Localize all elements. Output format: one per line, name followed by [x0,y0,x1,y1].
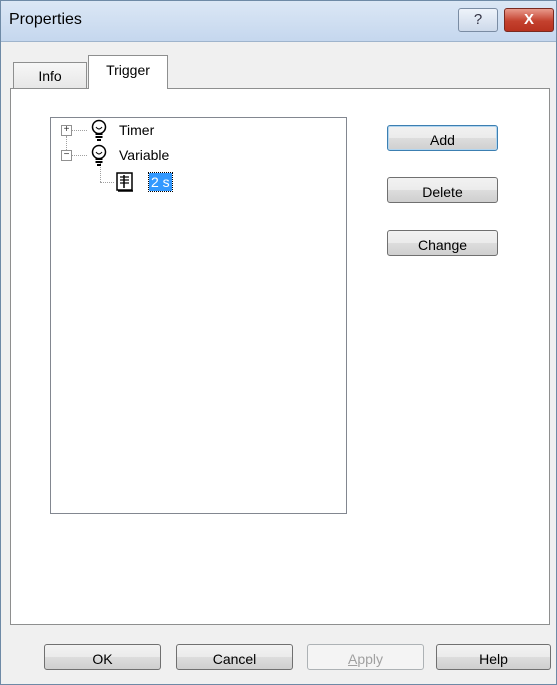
ok-button[interactable]: OK [44,644,161,670]
tree-connector [100,182,114,183]
collapse-icon[interactable]: − [61,150,72,161]
tree-node-2s-selected[interactable]: 2 s [148,172,173,192]
cancel-button[interactable]: Cancel [176,644,293,670]
help-button[interactable]: Help [436,644,551,670]
apply-button[interactable]: Apply [307,644,424,670]
change-button[interactable]: Change [387,230,498,256]
delete-button[interactable]: Delete [387,177,498,203]
expand-icon[interactable]: + [61,125,72,136]
tree-connector [71,130,87,131]
apply-label: pply [357,651,384,667]
help-icon[interactable]: ? [458,8,498,32]
add-button[interactable]: Add [387,125,498,151]
tree-node-timer[interactable]: Timer [119,122,154,138]
lightbulb-icon [91,119,107,141]
title-bar[interactable]: Properties ? X [1,1,556,42]
trigger-tree[interactable] [50,117,347,514]
tree-node-variable[interactable]: Variable [119,147,169,163]
apply-mnemonic: A [347,651,358,667]
tab-trigger[interactable]: Trigger [88,55,168,89]
tab-info[interactable]: Info [13,62,87,89]
document-icon [116,172,133,192]
lightbulb-icon [91,144,107,166]
close-icon[interactable]: X [504,8,554,32]
window-title: Properties [9,11,82,28]
tree-connector [71,155,87,156]
